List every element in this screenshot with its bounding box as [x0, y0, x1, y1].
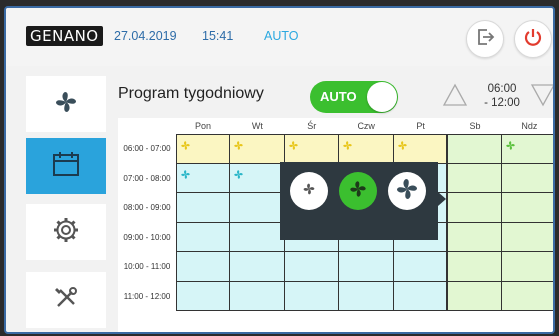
app-screen: GENANO 27.04.2019 15:41 AUTO Program tyg…	[4, 6, 555, 334]
schedule-cell[interactable]	[230, 222, 285, 252]
schedule-cell[interactable]	[176, 281, 231, 311]
day-header: Wt	[251, 121, 263, 131]
sidebar-item-fan[interactable]	[26, 76, 106, 132]
fan-icon	[288, 138, 299, 156]
schedule-cell[interactable]	[502, 134, 553, 164]
sidebar-item-calendar[interactable]	[26, 138, 106, 194]
schedule-cell[interactable]	[448, 281, 503, 311]
time-slot-label: 08:00 - 09:00	[123, 203, 171, 212]
schedule-cell[interactable]	[448, 222, 503, 252]
schedule-cell[interactable]	[230, 193, 285, 223]
range-down-button[interactable]	[530, 83, 553, 112]
day-header: Sb	[469, 121, 481, 131]
schedule-cell[interactable]	[393, 134, 448, 164]
fan-medium-button[interactable]	[339, 172, 377, 210]
fan-medium-icon	[348, 179, 368, 204]
fan-icon	[233, 138, 244, 156]
schedule-cell[interactable]	[393, 281, 448, 311]
toggle-knob	[367, 82, 397, 112]
day-header: Ndz	[521, 121, 538, 131]
fan-icon	[342, 138, 353, 156]
tools-icon	[53, 285, 79, 316]
schedule-cell[interactable]	[448, 252, 503, 282]
schedule-cell[interactable]	[284, 281, 340, 311]
fan-low-button[interactable]	[290, 172, 328, 210]
schedule-cell[interactable]	[448, 193, 503, 223]
fan-icon	[53, 89, 79, 120]
fan-speed-popup	[280, 162, 446, 240]
range-end: - 12:00	[484, 97, 520, 109]
schedule-cell[interactable]	[448, 163, 503, 193]
schedule-cell[interactable]	[502, 222, 553, 252]
day-header: Pon	[194, 121, 211, 131]
fan-low-icon	[302, 182, 316, 201]
day-header: Śr	[307, 121, 317, 131]
fan-icon	[397, 138, 408, 156]
calendar-icon	[51, 150, 81, 183]
schedule-cell[interactable]	[448, 134, 503, 164]
logo: GENANO	[26, 26, 103, 46]
logout-button[interactable]	[466, 20, 504, 58]
schedule-cell[interactable]	[284, 134, 340, 164]
schedule-cell[interactable]	[176, 163, 231, 193]
header-bar: GENANO 27.04.2019 15:41 AUTO	[6, 8, 553, 66]
schedule-cell[interactable]	[502, 281, 553, 311]
schedule-cell[interactable]	[502, 163, 553, 193]
fan-high-icon	[394, 176, 420, 207]
date-display: 27.04.2019	[114, 29, 177, 43]
schedule-cell[interactable]	[502, 193, 553, 223]
sidebar-item-service[interactable]	[26, 272, 106, 328]
auto-toggle[interactable]: AUTO	[310, 81, 398, 113]
schedule-cell[interactable]	[176, 193, 231, 223]
schedule-cell[interactable]	[230, 163, 285, 193]
fan-high-button[interactable]	[388, 172, 426, 210]
schedule-cell[interactable]	[393, 252, 448, 282]
fan-icon	[180, 167, 191, 185]
sidebar	[6, 66, 118, 332]
fan-icon	[233, 167, 244, 185]
power-button[interactable]	[514, 20, 552, 58]
schedule-cell[interactable]	[339, 252, 394, 282]
range-up-button[interactable]	[442, 83, 468, 112]
power-icon	[522, 26, 544, 53]
time-display: 15:41	[202, 29, 234, 43]
schedule-cell[interactable]	[176, 222, 231, 252]
schedule-cell[interactable]	[230, 281, 285, 311]
time-slot-label: 06:00 - 07:00	[123, 144, 171, 153]
schedule-cell[interactable]	[230, 252, 285, 282]
gear-icon	[52, 216, 80, 249]
page-title: Program tygodniowy	[118, 85, 264, 102]
fan-icon	[505, 138, 516, 156]
fan-icon	[180, 138, 191, 156]
auto-toggle-label: AUTO	[320, 89, 357, 104]
time-slot-label: 07:00 - 08:00	[123, 173, 171, 183]
time-slot-label: 11:00 - 12:00	[123, 291, 171, 301]
day-header: Pt	[416, 121, 425, 131]
logout-icon	[474, 26, 496, 53]
schedule-cell[interactable]	[230, 134, 285, 164]
schedule-cell[interactable]	[502, 252, 553, 282]
time-slot-label: 09:00 - 10:00	[123, 232, 171, 242]
range-start: 06:00	[487, 83, 517, 95]
sidebar-item-settings[interactable]	[26, 204, 106, 260]
time-slot-label: 10:00 - 11:00	[123, 262, 171, 271]
schedule-cell[interactable]	[339, 134, 394, 164]
schedule-cell[interactable]	[176, 134, 231, 164]
schedule-cell[interactable]	[284, 252, 340, 282]
schedule-cell[interactable]	[176, 252, 231, 282]
schedule-cell[interactable]	[339, 281, 394, 311]
day-header: Czw	[357, 121, 375, 131]
time-range-display: 06:00 - 12:00	[472, 82, 532, 110]
mode-indicator: AUTO	[264, 29, 299, 43]
